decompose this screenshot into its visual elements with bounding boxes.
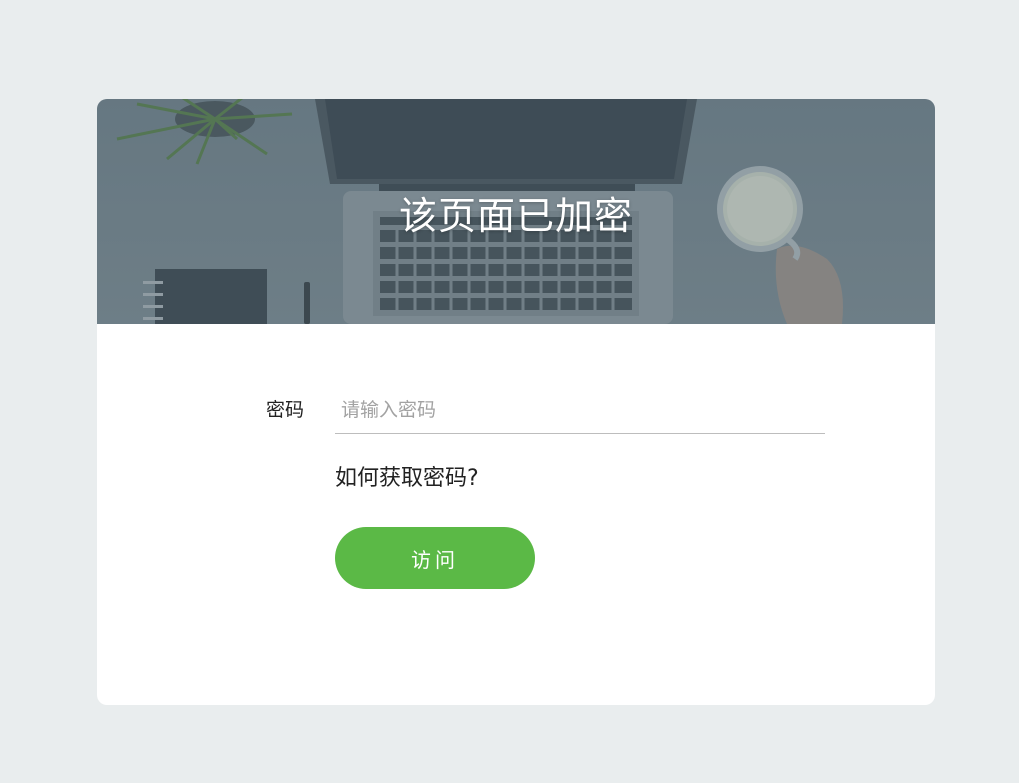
password-input[interactable]: [335, 386, 825, 434]
visit-button[interactable]: 访问: [335, 527, 535, 589]
page-title: 该页面已加密: [398, 194, 633, 238]
password-form: 密码 如何获取密码? 访问: [97, 324, 935, 705]
encrypted-page-card: 该页面已加密 密码 如何获取密码? 访问: [97, 99, 935, 705]
password-label: 密码: [266, 399, 305, 421]
how-to-get-password-link[interactable]: 如何获取密码?: [335, 460, 479, 492]
header-banner: 该页面已加密: [97, 99, 935, 324]
